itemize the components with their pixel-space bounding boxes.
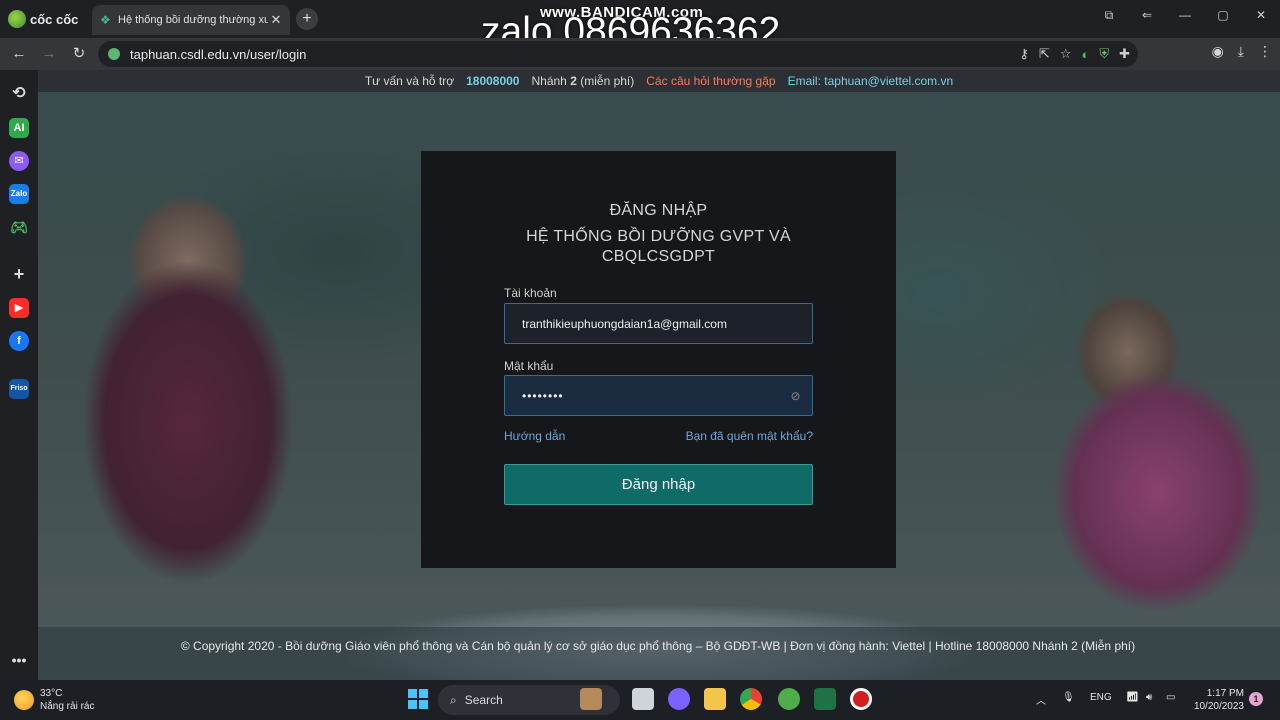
key-icon[interactable]: ⚷ xyxy=(1019,46,1029,62)
profile-icon[interactable]: ◉ xyxy=(1212,43,1224,60)
battery-icon[interactable]: ▭ xyxy=(1166,692,1175,703)
forward-arrow-icon[interactable]: → xyxy=(38,43,60,65)
coccoc-logo-icon xyxy=(8,10,26,28)
history-icon[interactable]: ⟲ xyxy=(9,84,29,104)
hide-password-icon[interactable]: ⊘ xyxy=(788,388,804,404)
web-page: Tư vấn và hỗ trợ 18008000 Nhánh 2 (miễn … xyxy=(38,70,1280,680)
account-input[interactable]: tranthikieuphuongdaian1a@gmail.com xyxy=(504,303,813,344)
microphone-icon[interactable]: 🎙︎ xyxy=(1062,692,1075,703)
system-name: HỆ THỐNG BỒI DƯỠNG GVPT VÀ CBQLCSGDPT xyxy=(526,228,791,265)
wifi-icon[interactable]: 📶︎ xyxy=(1126,692,1139,703)
back-arrow-icon[interactable]: ← xyxy=(8,43,30,65)
ai-assistant-icon[interactable]: AI xyxy=(9,118,29,138)
support-email-link[interactable]: Email: taphuan@viettel.com.vn xyxy=(788,74,954,88)
copyright-text: © Copyright 2020 - Bồi dưỡng Giáo viên p… xyxy=(180,639,1136,653)
window-controls: ⧉ ⇐ — ▢ ✕ xyxy=(1090,4,1280,26)
file-explorer-icon[interactable] xyxy=(704,688,726,710)
browser-brand-label: cốc cốc xyxy=(30,11,79,27)
back-history-icon[interactable]: ⇐ xyxy=(1128,4,1166,26)
coccoc-taskbar-icon[interactable] xyxy=(778,688,800,710)
weather-text: 33°C Nắng rải rác xyxy=(40,687,94,713)
search-icon: ⌕ xyxy=(450,692,457,707)
support-hotline[interactable]: 18008000 xyxy=(466,74,519,88)
star-icon[interactable]: ☆ xyxy=(1060,46,1072,62)
branch-note: (miễn phí) xyxy=(580,74,635,88)
support-label: Tư vấn và hỗ trợ xyxy=(364,74,455,88)
input-language[interactable]: ENG xyxy=(1090,692,1112,703)
browser-tab[interactable]: ❖ Hệ thống bồi dưỡng thường xuy ✕ xyxy=(92,5,290,35)
password-value: •••••••• xyxy=(522,388,564,403)
clock-date: 10/20/2023 xyxy=(1193,701,1244,712)
password-input[interactable]: •••••••• ⊘ xyxy=(504,375,813,416)
download-icon[interactable]: ⤓ xyxy=(1238,43,1244,60)
tab-title: Hệ thống bồi dưỡng thường xuy xyxy=(118,14,268,26)
search-highlight-icon[interactable] xyxy=(580,688,602,710)
branch-number: 2 xyxy=(570,74,577,88)
task-view-icon[interactable] xyxy=(632,688,654,710)
messenger-icon[interactable]: ✉ xyxy=(9,151,29,171)
volume-icon[interactable]: 🔊︎ xyxy=(1146,692,1152,703)
address-bar-actions: ⚷ ⇱ ☆ ◐ ⛨ ✚ xyxy=(1019,41,1130,67)
screenshot-icon[interactable]: ⧉ xyxy=(1090,4,1128,26)
faq-link[interactable]: Các câu hỏi thường gặp xyxy=(646,74,775,88)
friso-icon[interactable]: Friso xyxy=(9,379,29,399)
close-window-button[interactable]: ✕ xyxy=(1242,4,1280,26)
account-label: Tài khoản xyxy=(504,286,557,300)
add-sidebar-icon[interactable]: + xyxy=(9,264,29,284)
forgot-password-link[interactable]: Bạn đã quên mật khẩu? xyxy=(686,429,813,443)
guide-link[interactable]: Hướng dẫn xyxy=(504,429,565,443)
tab-close-icon[interactable]: ✕ xyxy=(268,12,284,28)
toolbar-right: ◉ ⤓ ⋮ xyxy=(1212,43,1272,60)
bandicam-record-icon[interactable] xyxy=(850,688,872,710)
branch-label: Nhánh xyxy=(531,74,567,88)
windows-taskbar: 33°C Nắng rải rác ⌕ Search ︿ 🎙︎ ENG 📶︎ 🔊… xyxy=(0,680,1280,720)
system-clock[interactable]: 1:17 PM 10/20/2023 xyxy=(1190,687,1244,713)
chrome-icon[interactable] xyxy=(740,688,762,710)
clock-time: 1:17 PM xyxy=(1206,688,1244,699)
site-info-icon[interactable] xyxy=(108,48,120,60)
minimize-button[interactable]: — xyxy=(1166,4,1204,26)
search-label: Search xyxy=(464,693,503,707)
weather-widget[interactable]: 33°C Nắng rải rác xyxy=(14,687,94,713)
login-card: ĐĂNG NHẬP HỆ THỐNG BỒI DƯỠNG GVPT VÀ CBQ… xyxy=(421,151,896,568)
excel-icon[interactable] xyxy=(814,688,836,710)
share-icon[interactable]: ⇱ xyxy=(1039,46,1050,62)
address-url: taphuan.csdl.edu.vn/user/login xyxy=(130,46,307,62)
tray-overflow-icon[interactable]: ︿ xyxy=(1036,692,1046,707)
site-favicon-icon: ❖ xyxy=(100,13,111,27)
browser-brand[interactable]: cốc cốc xyxy=(8,8,78,30)
temperature: 33°C xyxy=(40,688,63,699)
facebook-icon[interactable]: f xyxy=(9,331,29,351)
menu-icon[interactable]: ⋮ xyxy=(1258,43,1272,60)
maximize-button[interactable]: ▢ xyxy=(1204,4,1242,26)
extensions-icon[interactable]: ✚ xyxy=(1119,46,1130,62)
dark-mode-icon[interactable]: ◐ xyxy=(1081,47,1089,62)
zalo-icon[interactable]: Zalo xyxy=(9,184,29,204)
reload-icon[interactable]: ↻ xyxy=(68,43,90,65)
address-bar[interactable]: taphuan.csdl.edu.vn/user/login ⚷ ⇱ ☆ ◐ ⛨… xyxy=(98,41,1138,67)
teams-chat-icon[interactable] xyxy=(668,688,690,710)
adblock-shield-icon[interactable]: ⛨ xyxy=(1099,46,1109,62)
browser-toolbar: ← → ↻ taphuan.csdl.edu.vn/user/login ⚷ ⇱… xyxy=(0,38,1280,70)
new-tab-button[interactable]: + xyxy=(296,8,318,30)
notification-badge[interactable]: 1 xyxy=(1249,692,1263,706)
start-button[interactable] xyxy=(408,689,428,709)
login-button[interactable]: Đăng nhập xyxy=(504,464,813,505)
branch-info: Nhánh 2 (miễn phí) xyxy=(531,74,634,88)
partly-sunny-icon xyxy=(14,690,34,710)
support-bar: Tư vấn và hỗ trợ 18008000 Nhánh 2 (miễn … xyxy=(38,70,1280,92)
youtube-icon[interactable]: ▶ xyxy=(9,298,29,318)
weather-condition: Nắng rải rác xyxy=(40,701,95,712)
game-controller-icon[interactable]: 🎮︎ xyxy=(9,217,29,237)
login-heading: ĐĂNG NHẬP xyxy=(609,202,708,219)
sidebar-more-icon[interactable]: ••• xyxy=(9,650,29,670)
password-label: Mật khẩu xyxy=(504,359,554,373)
browser-sidebar: ⟲ AI ✉ Zalo 🎮︎ + ▶ f Friso ••• xyxy=(0,70,38,680)
page-footer: © Copyright 2020 - Bồi dưỡng Giáo viên p… xyxy=(38,627,1280,680)
